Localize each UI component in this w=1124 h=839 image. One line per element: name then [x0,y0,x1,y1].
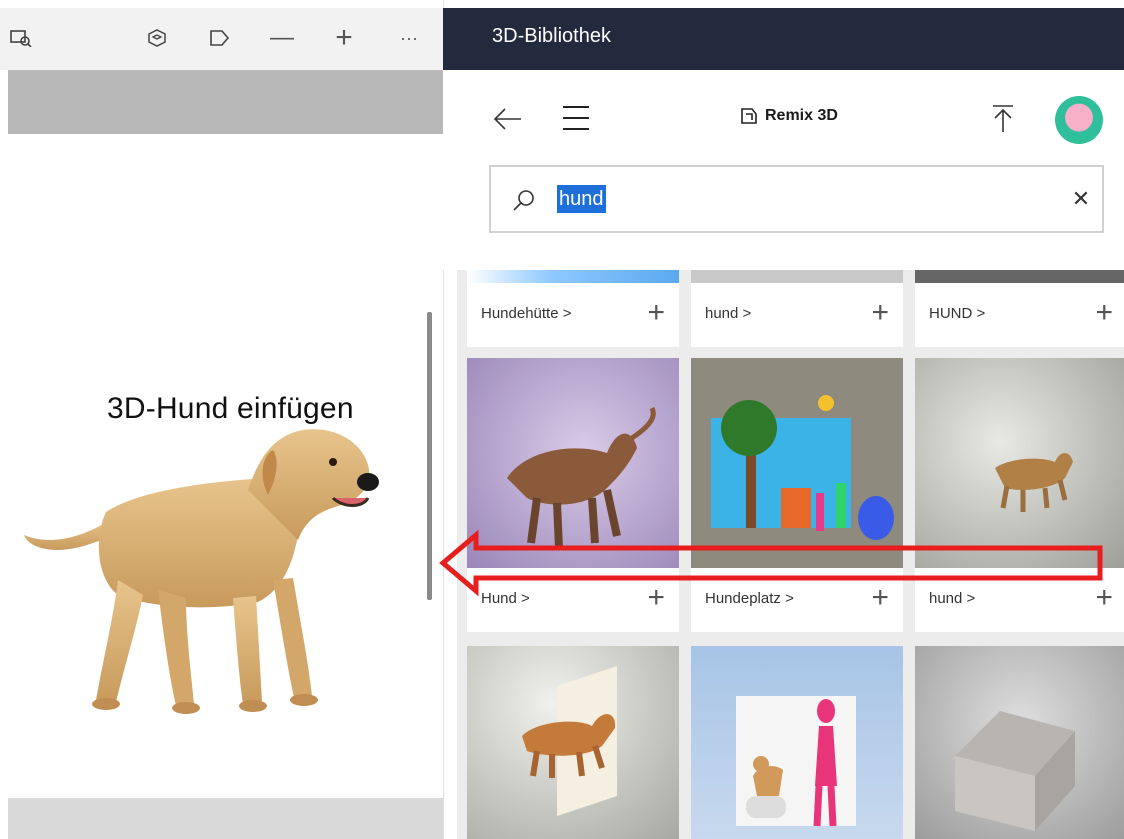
library-header: 3D-Bibliothek [443,8,1124,70]
model-thumbnail[interactable] [691,270,903,283]
model-name: HUND > [929,305,986,322]
remix3d-logo-icon [741,108,757,124]
add-model-button[interactable]: + [1095,582,1113,614]
remix3d-brand[interactable]: Remix 3D [739,106,838,126]
add-model-button[interactable]: + [1095,297,1113,329]
model-card-caption[interactable]: Hundeplatz > + [691,568,903,632]
library-title: 3D-Bibliothek [492,25,611,47]
flag-icon[interactable] [205,22,233,54]
model-card-caption[interactable]: Hundehütte > + [467,283,679,347]
dog-model[interactable] [18,420,388,720]
model-name: Hund > [481,590,530,607]
canvas-bottom-band [8,798,443,839]
canvas-top-band [8,70,443,134]
canvas-toolbar: — + ··· [0,0,443,70]
model-grid: Hundehütte > + hund > + HUND > + Hund > … [457,270,1124,839]
library-nav: Remix 3D hund ✕ [443,70,1124,270]
model-card-caption[interactable]: Hund > + [467,568,679,632]
model-name: Hundehütte > [481,305,572,322]
3d-view-icon[interactable] [143,22,171,54]
add-model-button[interactable]: + [647,582,665,614]
model-thumbnail[interactable] [467,646,679,839]
search-input[interactable]: hund [557,185,606,213]
canvas-instruction-label: 3D-Hund einfügen [107,392,354,425]
more-icon[interactable]: ··· [394,22,424,54]
search-icon [511,187,537,213]
search-box[interactable]: hund ✕ [489,165,1104,233]
add-model-button[interactable]: + [871,582,889,614]
model-thumbnail[interactable] [915,270,1124,283]
model-name: Hundeplatz > [705,590,794,607]
mixed-reality-icon[interactable] [8,22,34,54]
clear-search-icon[interactable]: ✕ [1069,187,1093,211]
model-card-caption[interactable]: hund > + [915,568,1124,632]
zoom-in-icon[interactable]: + [330,21,358,54]
back-arrow-icon[interactable] [493,104,523,134]
model-name: hund > [705,305,752,322]
zoom-out-icon[interactable]: — [268,22,296,54]
user-avatar[interactable] [1055,96,1103,144]
canvas-scrollbar[interactable] [427,312,432,600]
model-card-caption[interactable]: HUND > + [915,283,1124,347]
model-thumbnail[interactable] [691,358,903,568]
model-name: hund > [929,590,976,607]
model-thumbnail[interactable] [467,270,679,283]
add-model-button[interactable]: + [647,297,665,329]
model-card-caption[interactable]: hund > + [691,283,903,347]
model-thumbnail[interactable] [915,646,1124,839]
add-model-button[interactable]: + [871,297,889,329]
model-thumbnail[interactable] [691,646,903,839]
brand-label: Remix 3D [765,107,838,124]
upload-icon[interactable] [991,104,1015,134]
model-thumbnail[interactable] [467,358,679,568]
model-thumbnail[interactable] [915,358,1124,568]
hamburger-menu-icon[interactable] [563,106,589,130]
